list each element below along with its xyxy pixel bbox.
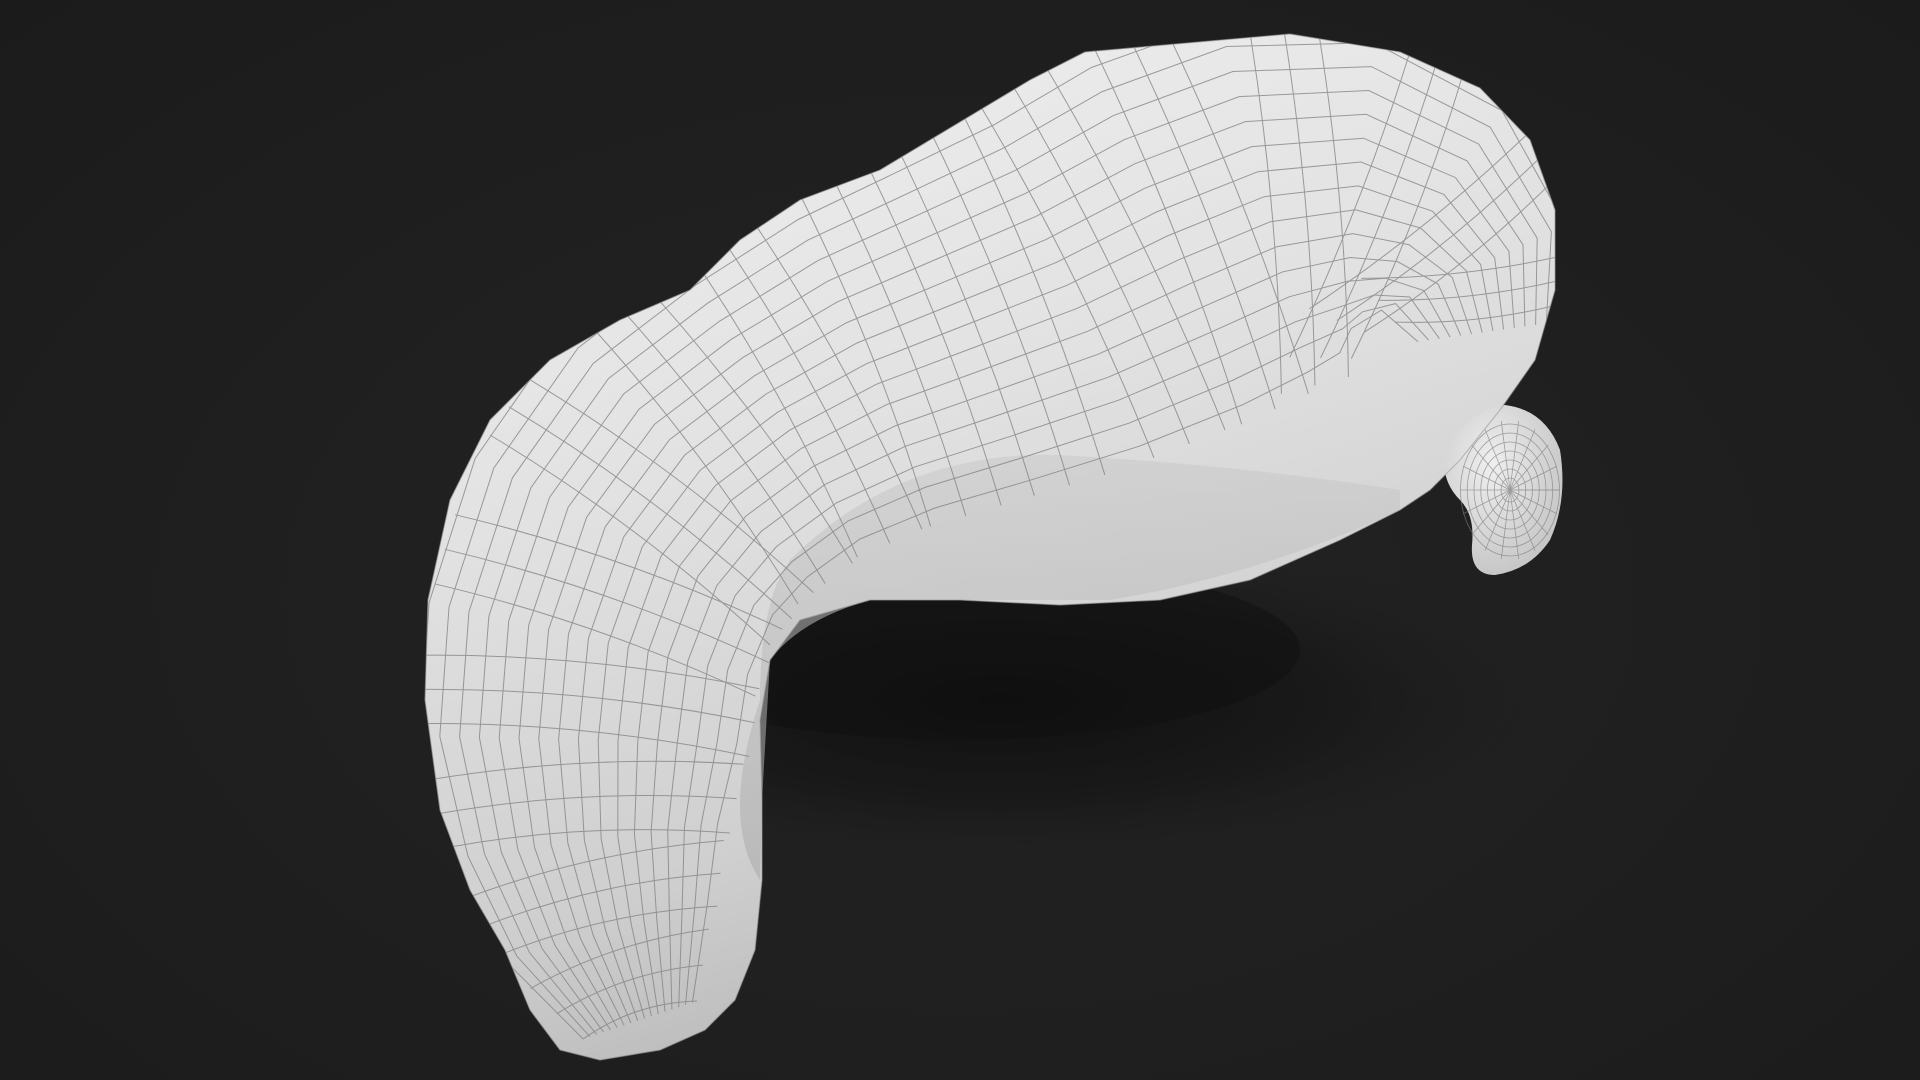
- render-viewport: [0, 0, 1920, 1080]
- mesh-render: [424, 33, 1563, 1061]
